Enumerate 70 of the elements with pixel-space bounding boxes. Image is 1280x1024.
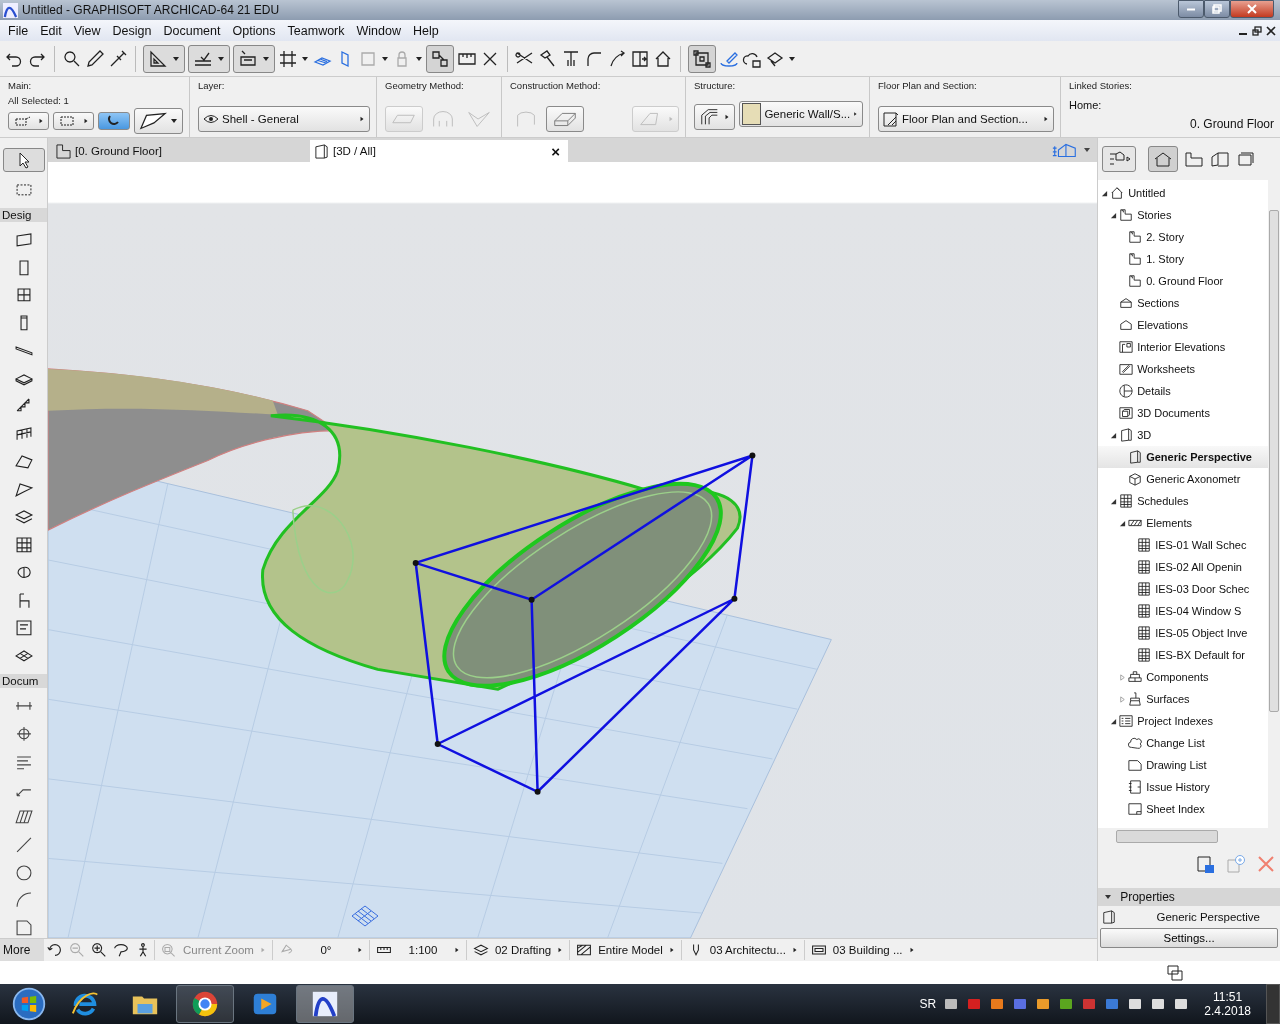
clock-time: 11:51 — [1213, 990, 1243, 1004]
project-map-item[interactable]: Generic Axonometr — [1098, 468, 1268, 490]
clock[interactable]: 11:51 2.4.2018 — [1196, 990, 1259, 1018]
status-dropdown[interactable]: 0° — [271, 940, 369, 960]
info-label: Structure: — [694, 80, 737, 91]
project-map-item[interactable]: 0. Ground Floor — [1098, 270, 1268, 292]
view-tab[interactable]: [3D / All] × — [310, 140, 568, 162]
properties-header[interactable]: Properties — [1098, 888, 1280, 906]
toolbox-section[interactable]: Docum — [0, 674, 47, 688]
status-dropdown[interactable]: 1:100 — [368, 940, 466, 960]
menu-item[interactable]: Edit — [34, 23, 68, 38]
layer-dropdown[interactable]: Shell - General — [198, 106, 370, 132]
status-dropdown[interactable]: Entire Model — [569, 940, 681, 960]
project-map-item[interactable]: Elements — [1098, 512, 1268, 534]
project-map-item[interactable]: Surfaces — [1098, 688, 1268, 710]
project-map-item[interactable]: IES-04 Window S — [1098, 600, 1268, 622]
project-map-item[interactable]: Generic Perspective — [1098, 446, 1268, 468]
status-dropdown[interactable]: 02 Drafting — [465, 940, 570, 960]
clock-date: 2.4.2018 — [1204, 1004, 1251, 1018]
menu-item[interactable]: Help — [407, 23, 445, 38]
project-map-item[interactable]: IES-05 Object Inve — [1098, 622, 1268, 644]
menu-item[interactable]: Design — [106, 23, 158, 38]
project-map-item[interactable]: IES-BX Default for — [1098, 644, 1268, 666]
project-map-item[interactable]: Change List — [1098, 732, 1268, 754]
menu-item[interactable]: Teamwork — [281, 23, 351, 38]
window-title: Untitled - GRAPHISOFT ARCHICAD-64 21 EDU — [22, 3, 280, 17]
project-map-item[interactable]: 1. Story — [1098, 248, 1268, 270]
project-map-item[interactable]: Sheet Index — [1098, 798, 1268, 820]
tab-close-button[interactable]: × — [547, 142, 564, 160]
project-map-item[interactable]: Stories — [1098, 204, 1268, 226]
composite-dropdown[interactable]: Generic Wall/S... — [739, 101, 863, 127]
info-label: Main: — [8, 80, 33, 91]
status-dropdown[interactable]: 03 Architectu... — [680, 940, 804, 960]
project-map-item[interactable]: 3D — [1098, 424, 1268, 446]
project-map-item[interactable]: Interior Elevations — [1098, 336, 1268, 358]
more-button[interactable]: More — [0, 939, 44, 961]
menu-item[interactable]: Document — [157, 23, 227, 38]
info-label: Linked Stories: — [1069, 80, 1133, 91]
project-map-item[interactable]: Untitled — [1098, 182, 1268, 204]
menu-item[interactable]: View — [67, 23, 107, 38]
project-map-item[interactable]: Issue History — [1098, 776, 1268, 798]
settings-button[interactable]: Settings... — [1100, 928, 1278, 948]
project-map-item[interactable]: Worksheets — [1098, 358, 1268, 380]
menu-item[interactable]: File — [2, 23, 35, 38]
info-label: Layer: — [198, 80, 226, 91]
project-map-item[interactable]: IES-02 All Openin — [1098, 556, 1268, 578]
project-map-item[interactable]: IES-01 Wall Schec — [1098, 534, 1268, 556]
view-name: Generic Perspective — [1156, 911, 1260, 923]
project-map-item[interactable]: IES-03 Door Schec — [1098, 578, 1268, 600]
project-map-item[interactable]: Details — [1098, 380, 1268, 402]
selection-count: All Selected: 1 — [8, 95, 70, 106]
project-map-item[interactable]: Sections — [1098, 292, 1268, 314]
project-map-item[interactable]: Project Indexes — [1098, 710, 1268, 732]
toolbox-section[interactable]: Desig — [0, 207, 47, 222]
home-label: Home: — [1069, 99, 1103, 111]
menu-item[interactable]: Options — [226, 23, 282, 38]
status-dropdown[interactable]: 03 Building ... — [803, 940, 921, 960]
project-map-item[interactable]: 2. Story — [1098, 226, 1268, 248]
project-map-item[interactable]: 3D Documents — [1098, 402, 1268, 424]
project-map-item[interactable]: Schedules — [1098, 490, 1268, 512]
menu-item[interactable]: Window — [350, 23, 407, 38]
info-label: Construction Method: — [510, 80, 602, 91]
project-map-item[interactable]: Elevations — [1098, 314, 1268, 336]
language-indicator[interactable]: SR — [919, 997, 937, 1011]
project-map-item[interactable]: Components — [1098, 666, 1268, 688]
info-label: Geometry Method: — [385, 80, 465, 91]
floor-plan-dropdown[interactable]: Floor Plan and Section... — [878, 106, 1054, 132]
info-label: Floor Plan and Section: — [878, 80, 978, 91]
home-story: 0. Ground Floor — [1189, 117, 1274, 131]
project-map-item[interactable]: Drawing List — [1098, 754, 1268, 776]
